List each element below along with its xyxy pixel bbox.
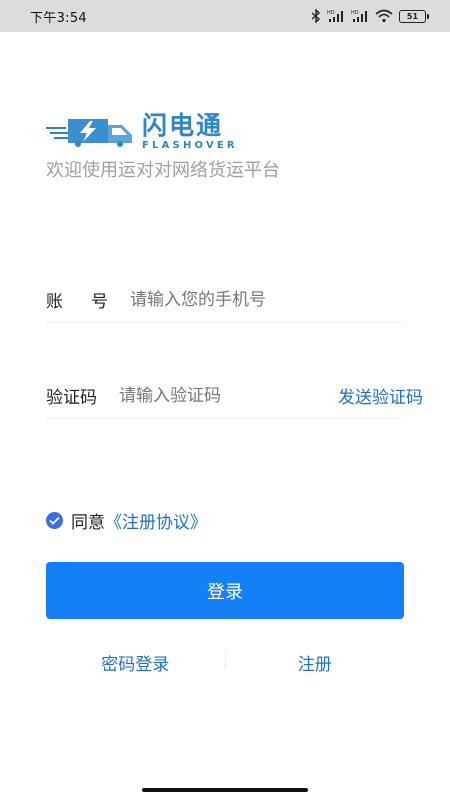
brand-name-en: FLASHOVER [142, 140, 238, 151]
delivery-truck-lightning-icon [46, 113, 134, 151]
send-code-button[interactable]: 发送验证码 [338, 383, 423, 408]
status-time: 下午3:54 [30, 10, 87, 26]
register-link[interactable]: 注册 [226, 650, 405, 675]
login-button[interactable]: 登录 [46, 562, 404, 619]
agreement-link[interactable]: 《注册协议》 [105, 508, 207, 533]
password-login-link[interactable]: 密码登录 [46, 650, 225, 675]
brand-name-cn: 闪电通 [142, 111, 224, 140]
agreement-row: 同意 《注册协议》 [46, 508, 207, 533]
brand-logo: 闪电通 FLASHOVER [46, 112, 238, 152]
account-label: 账 号 [46, 292, 108, 312]
status-icons: HD HD 51 [311, 9, 429, 23]
agreement-prefix: 同意 [71, 513, 105, 533]
battery-icon: 51 [399, 9, 429, 23]
home-indicator[interactable] [142, 788, 308, 792]
verification-code-label: 验 证 码 [46, 388, 97, 408]
verification-code-input[interactable] [119, 385, 338, 406]
signal-hd-icon: HD [351, 9, 369, 23]
svg-text:HD: HD [327, 10, 335, 16]
phone-input[interactable] [130, 289, 404, 310]
agreement-checkbox[interactable] [46, 512, 63, 529]
wifi-icon [375, 9, 393, 23]
svg-text:HD: HD [351, 10, 359, 16]
tagline: 欢迎使用运对对网络货运平台 [46, 160, 280, 181]
signal-hd-icon: HD [327, 9, 345, 23]
check-icon [49, 516, 60, 525]
bottom-links: 密码登录 注册 [46, 647, 404, 677]
status-bar: 下午3:54 HD HD 51 [0, 0, 450, 32]
account-field: 账 号 [46, 277, 404, 323]
verification-code-field: 验 证 码 发送验证码 [46, 373, 423, 419]
bluetooth-icon [311, 9, 321, 23]
